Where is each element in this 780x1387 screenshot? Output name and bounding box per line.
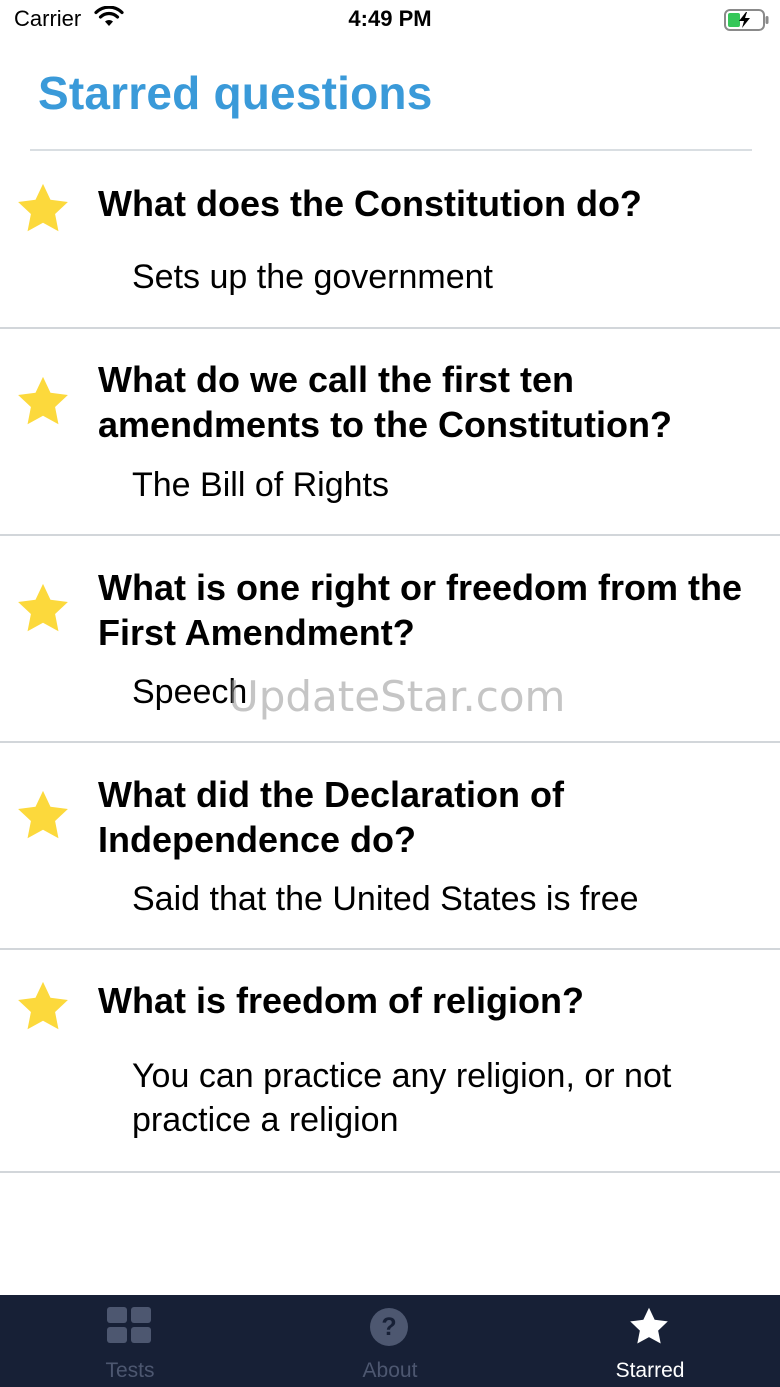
- question-text: What is freedom of religion?: [98, 980, 585, 1021]
- question-circle-icon: ?: [369, 1307, 409, 1352]
- tab-starred[interactable]: Starred: [520, 1295, 780, 1387]
- question-text: What did the Declaration of Independence…: [98, 774, 565, 860]
- star-icon[interactable]: [14, 180, 72, 241]
- answer-text: Speech: [132, 673, 248, 711]
- tab-label: About: [362, 1359, 418, 1382]
- tab-label: Starred: [615, 1359, 685, 1382]
- starred-question-list: What does the Constitution do? Sets up t…: [0, 152, 780, 1173]
- question-text: What is one right or freedom from the Fi…: [98, 567, 743, 653]
- title-divider: [30, 149, 752, 151]
- tab-bar: Tests ? About Starred: [0, 1295, 780, 1387]
- star-icon[interactable]: [14, 373, 72, 434]
- battery-charging-icon: [724, 9, 770, 36]
- grid-icon: [107, 1307, 152, 1350]
- question-row[interactable]: What is freedom of religion? You can pra…: [0, 950, 780, 1173]
- svg-text:?: ?: [381, 1313, 396, 1341]
- answer-text: Sets up the government: [132, 258, 494, 296]
- answer-text: The Bill of Rights: [132, 466, 389, 504]
- tab-label: Tests: [105, 1359, 155, 1382]
- star-icon[interactable]: [14, 580, 72, 641]
- tab-about[interactable]: ? About: [260, 1295, 520, 1387]
- status-bar: Carrier 4:49 PM: [0, 0, 780, 40]
- star-icon[interactable]: [14, 978, 72, 1039]
- tab-tests[interactable]: Tests: [0, 1295, 260, 1387]
- question-row[interactable]: What does the Constitution do? Sets up t…: [0, 152, 780, 329]
- question-text: What does the Constitution do?: [98, 183, 642, 224]
- question-row[interactable]: What did the Declaration of Independence…: [0, 743, 780, 950]
- clock: 4:49 PM: [348, 6, 432, 31]
- question-text: What do we call the first ten amendments…: [98, 359, 672, 445]
- star-icon[interactable]: [14, 787, 72, 848]
- answer-text: Said that the United States is free: [132, 880, 639, 918]
- answer-text: You can practice any religion, or not pr…: [132, 1057, 672, 1139]
- question-row[interactable]: What is one right or freedom from the Fi…: [0, 536, 780, 743]
- question-row[interactable]: What do we call the first ten amendments…: [0, 329, 780, 536]
- star-icon: [627, 1305, 671, 1352]
- page-title: Starred questions: [38, 67, 433, 119]
